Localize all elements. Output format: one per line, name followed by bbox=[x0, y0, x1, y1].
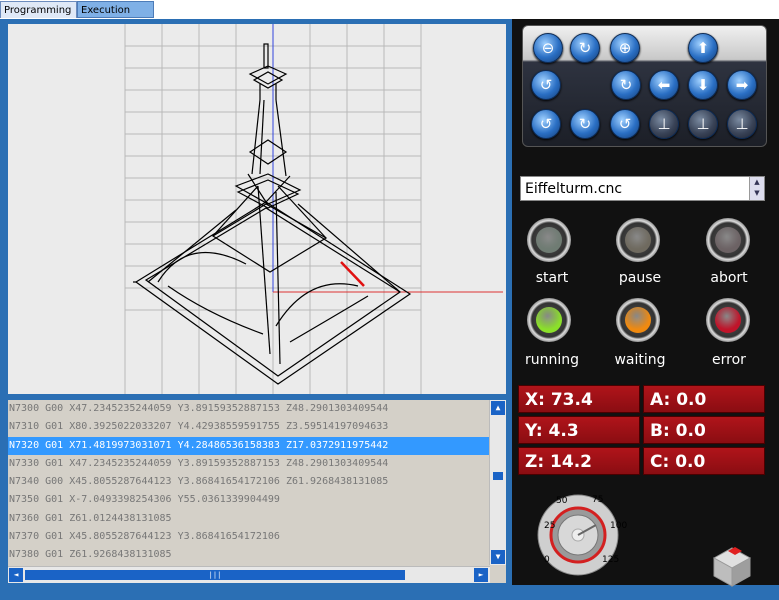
zoom-out-button[interactable]: ⊖ bbox=[533, 33, 563, 63]
start-label: start bbox=[535, 270, 569, 286]
file-select[interactable]: Eiffelturm.cnc ▲ ▼ bbox=[520, 176, 765, 201]
rotate-right-button[interactable]: ↻ bbox=[611, 70, 641, 100]
knob-tick-100: 100 bbox=[610, 521, 627, 531]
error-indicator bbox=[706, 298, 750, 342]
arrow-left-button[interactable]: ⬅ bbox=[649, 70, 679, 100]
vertical-scrollbar[interactable]: ▲ ▼ bbox=[489, 400, 506, 565]
gcode-lines: N7300 G00 X47.2345235244059 Y3.891593528… bbox=[8, 400, 490, 565]
tab-programming[interactable]: Programming bbox=[0, 1, 77, 18]
vertical-scroll-thumb[interactable] bbox=[493, 472, 503, 480]
eiffel-tower-toolpath bbox=[133, 43, 412, 385]
error-label: error bbox=[712, 352, 746, 368]
view-zx-button[interactable]: ⊥ bbox=[688, 109, 718, 139]
gcode-line[interactable]: N7330 G01 X47.2345235244059 Y3.891593528… bbox=[8, 455, 490, 473]
tab-bar: Programming Execution bbox=[0, 0, 779, 20]
abort-button-light bbox=[715, 227, 741, 253]
gcode-line[interactable]: N7340 G00 X45.8055287644123 Y3.868416541… bbox=[8, 473, 490, 491]
arrow-up-button[interactable]: ⬆ bbox=[688, 33, 718, 63]
gcode-line[interactable]: N7310 G01 X80.3925022033207 Y4.429385595… bbox=[8, 418, 490, 436]
rotate-clockwise-button[interactable]: ↻ bbox=[570, 33, 600, 63]
view-navigation-panel: ⊖ ↻ ⊕ ⬆ ↺ ↻ ⬅ ⬇ ➡ ↺ ↻ ↺ ⊥ ⊥ ⊥ bbox=[522, 25, 767, 147]
rotate-ccw-button[interactable]: ↺ bbox=[531, 109, 561, 139]
start-button[interactable] bbox=[527, 218, 571, 262]
knob-tick-125: 125 bbox=[602, 555, 619, 565]
feed-override-knob[interactable]: 25 50 75 100 0 125 bbox=[530, 488, 630, 578]
pause-button-light bbox=[625, 227, 651, 253]
rotate-ccw-2-button[interactable]: ↺ bbox=[610, 109, 640, 139]
coord-a: A: 0.0 bbox=[643, 385, 765, 413]
view-xy-button[interactable]: ⊥ bbox=[649, 109, 679, 139]
view-zy-button[interactable]: ⊥ bbox=[727, 109, 757, 139]
pause-button[interactable] bbox=[616, 218, 660, 262]
running-indicator bbox=[527, 298, 571, 342]
gcode-listing[interactable]: N7300 G00 X47.2345235244059 Y3.891593528… bbox=[8, 400, 506, 583]
knob-tick-25: 25 bbox=[544, 521, 555, 531]
knob-tick-0: 0 bbox=[544, 555, 550, 565]
gcode-line[interactable]: N7370 G01 X45.8055287644123 Y3.868416541… bbox=[8, 528, 490, 546]
tab-execution[interactable]: Execution bbox=[77, 1, 154, 18]
file-name: Eiffelturm.cnc bbox=[525, 181, 623, 197]
gcode-line[interactable]: N7350 G01 X-7.0493398254306 Y55.03613399… bbox=[8, 491, 490, 509]
coord-x: X: 73.4 bbox=[518, 385, 640, 413]
scroll-up-button[interactable]: ▲ bbox=[491, 401, 505, 415]
pause-label: pause bbox=[618, 270, 662, 286]
3d-viewport[interactable] bbox=[8, 24, 506, 394]
waiting-indicator bbox=[616, 298, 660, 342]
coord-b: B: 0.0 bbox=[643, 416, 765, 444]
gcode-line[interactable]: N7300 G00 X47.2345235244059 Y3.891593528… bbox=[8, 400, 490, 418]
status-bar bbox=[0, 585, 779, 600]
knob-tick-75: 75 bbox=[592, 495, 603, 505]
arrow-right-button[interactable]: ➡ bbox=[727, 70, 757, 100]
horizontal-scrollbar[interactable]: ◄ ||| ► bbox=[8, 566, 490, 583]
rotate-left-button[interactable]: ↺ bbox=[531, 70, 561, 100]
waiting-label: waiting bbox=[614, 352, 666, 368]
error-light bbox=[715, 307, 741, 333]
coord-y: Y: 4.3 bbox=[518, 416, 640, 444]
running-label: running bbox=[524, 352, 580, 368]
rotate-cw-2-button[interactable]: ↻ bbox=[570, 109, 600, 139]
gcode-line[interactable]: N7380 G01 Z61.9268438131085 bbox=[8, 546, 490, 564]
abort-label: abort bbox=[710, 270, 748, 286]
file-select-arrows[interactable]: ▲ ▼ bbox=[749, 177, 764, 200]
abort-button[interactable] bbox=[706, 218, 750, 262]
arrow-down-button[interactable]: ⬇ bbox=[688, 70, 718, 100]
coord-c: C: 0.0 bbox=[643, 447, 765, 475]
start-button-light bbox=[536, 227, 562, 253]
gcode-line[interactable]: N7360 G01 Z61.0124438131085 bbox=[8, 510, 490, 528]
scroll-down-button[interactable]: ▼ bbox=[491, 550, 505, 564]
gcode-line-selected[interactable]: N7320 G01 X71.4819973031071 Y4.284865361… bbox=[8, 436, 490, 455]
running-light bbox=[536, 307, 562, 333]
zoom-in-button[interactable]: ⊕ bbox=[610, 33, 640, 63]
coord-z: Z: 14.2 bbox=[518, 447, 640, 475]
knob-tick-50: 50 bbox=[556, 496, 568, 506]
scroll-right-button[interactable]: ► bbox=[474, 568, 488, 582]
scroll-left-button[interactable]: ◄ bbox=[9, 568, 23, 582]
horizontal-scroll-thumb[interactable]: ||| bbox=[25, 570, 405, 580]
waiting-light bbox=[625, 307, 651, 333]
cube-logo bbox=[712, 547, 752, 587]
